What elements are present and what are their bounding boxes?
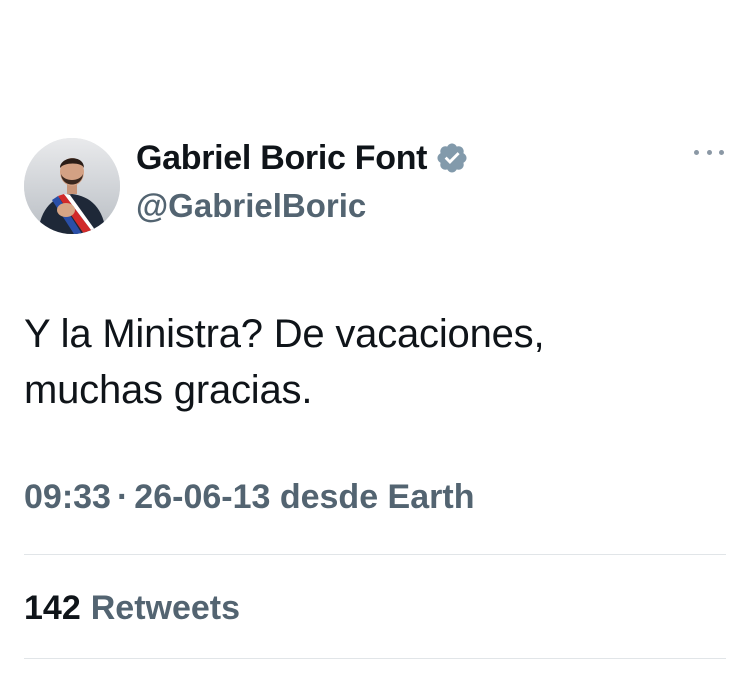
avatar-photo-icon xyxy=(24,138,120,234)
author-handle[interactable]: @GabrielBoric xyxy=(136,187,366,225)
divider xyxy=(24,658,726,659)
display-name[interactable]: Gabriel Boric Font xyxy=(136,139,427,178)
tweet-metadata: 09:33 · 26-06-13 desde Earth xyxy=(24,478,474,517)
tweet-card: Gabriel Boric Font @GabrielBoric Y la Mi… xyxy=(0,0,750,686)
retweet-label: Retweets xyxy=(90,589,241,627)
tweet-text-line: Y la Ministra? De vacaciones, xyxy=(24,312,545,356)
retweet-count: 142 xyxy=(24,589,81,627)
more-dot xyxy=(719,149,724,155)
more-dot xyxy=(694,149,699,155)
tweet-text: Y la Ministra? De vacaciones, muchas gra… xyxy=(24,306,724,418)
verified-badge-icon xyxy=(437,143,467,173)
avatar[interactable] xyxy=(24,138,120,234)
tweet-date-source[interactable]: 26-06-13 desde Earth xyxy=(134,478,474,517)
meta-separator: · xyxy=(116,478,129,516)
tweet-text-line: muchas gracias. xyxy=(24,368,313,412)
divider xyxy=(24,554,726,555)
more-options-icon[interactable] xyxy=(694,144,724,160)
more-dot xyxy=(706,149,712,155)
retweet-stats[interactable]: 142 Retweets xyxy=(24,589,240,628)
author-name-row: Gabriel Boric Font xyxy=(136,138,469,178)
tweet-time[interactable]: 09:33 xyxy=(24,478,111,517)
